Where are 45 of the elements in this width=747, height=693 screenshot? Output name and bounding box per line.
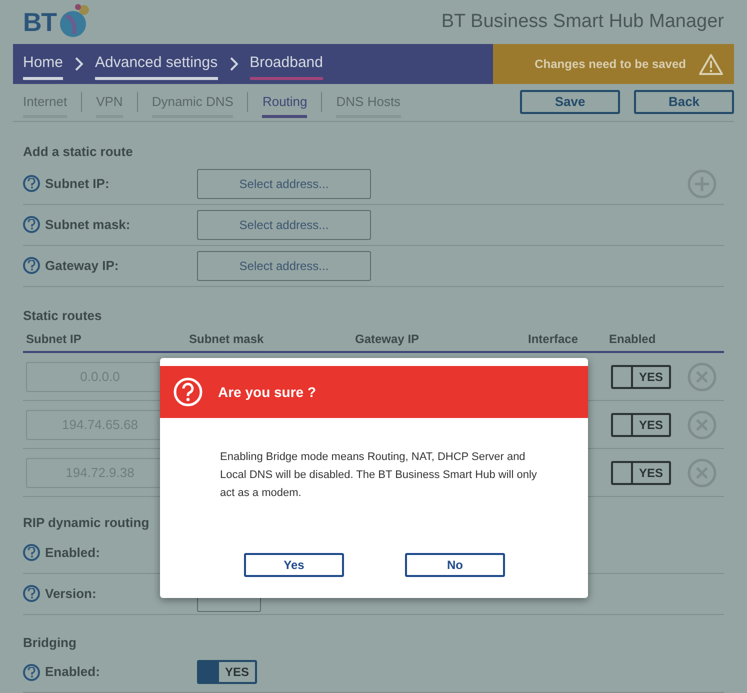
chevron-icon: [75, 57, 84, 71]
dialog-title: Are you sure ?: [218, 382, 316, 402]
alert-text: Changes need to be saved: [534, 56, 686, 73]
field-label: Enabled:: [45, 663, 100, 682]
action-button[interactable]: Back: [634, 90, 734, 114]
column-header: Gateway IP: [355, 331, 420, 348]
app-title: BT Business Smart Hub Manager: [441, 10, 724, 34]
help-icon[interactable]: [23, 664, 40, 680]
toggle-switch[interactable]: YES: [611, 364, 671, 388]
action-button[interactable]: Save: [520, 90, 620, 114]
breadcrumb-link[interactable]: Advanced settings: [95, 48, 218, 80]
help-icon[interactable]: [23, 175, 40, 192]
help-icon[interactable]: [23, 544, 40, 561]
column-header: Subnet mask: [189, 331, 265, 348]
question-icon: [173, 377, 203, 407]
dialog-message: Enabling Bridge mode means Routing, NAT, DHCP Server and Local DNS will be disabled. The BT Business Smart Hub will only act as a modem.: [220, 450, 538, 501]
column-header: Subnet IP: [25, 331, 82, 348]
field-label: Subnet mask:: [45, 216, 130, 234]
column-header: Enabled: [609, 331, 657, 348]
breadcrumb-link[interactable]: Broadband: [250, 48, 323, 80]
breadcrumb-link[interactable]: Home: [23, 48, 64, 80]
toggle-switch[interactable]: YES: [611, 460, 671, 484]
field-label: Gateway IP:: [45, 256, 119, 275]
address-field[interactable]: Select address...: [197, 168, 371, 198]
section-heading: Add a static route: [23, 143, 134, 161]
warning-icon: [698, 52, 724, 76]
tab[interactable]: Routing: [262, 92, 308, 118]
help-icon[interactable]: [23, 585, 40, 602]
field-label: Version:: [45, 584, 96, 603]
field-label: Subnet IP:: [45, 174, 110, 193]
section-heading: Static routes: [23, 306, 103, 324]
section-heading: RIP dynamic routing: [23, 514, 150, 532]
column-header: Interface: [528, 331, 580, 348]
field-label: Enabled:: [45, 544, 100, 562]
address-field[interactable]: Select address...: [197, 210, 371, 240]
toggle-switch[interactable]: YES: [611, 412, 671, 436]
toggle-switch[interactable]: YES: [197, 660, 257, 684]
logo-text: BT: [23, 9, 56, 35]
help-icon[interactable]: [23, 216, 40, 233]
chevron-icon: [230, 57, 238, 71]
address-field[interactable]: Select address...: [197, 250, 371, 280]
help-icon[interactable]: [23, 257, 40, 274]
section-heading: Bridging: [23, 634, 78, 652]
dialog-button[interactable]: Yes: [244, 553, 344, 577]
dialog-button[interactable]: No: [405, 553, 505, 577]
